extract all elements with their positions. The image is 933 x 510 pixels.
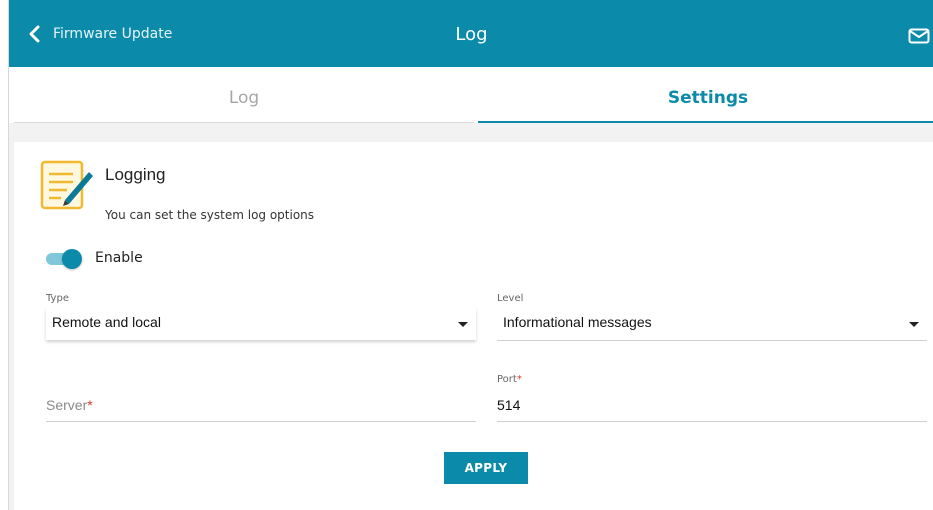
top-bar: Firmware Update Log: [9, 0, 933, 67]
server-input[interactable]: Server*: [46, 389, 476, 422]
port-label: Port*: [497, 374, 522, 385]
required-mark: *: [516, 374, 522, 385]
edit-log-icon: [40, 160, 93, 210]
type-label: Type: [46, 293, 69, 304]
port-value: 514: [497, 397, 521, 413]
tab-settings[interactable]: Settings: [478, 67, 933, 123]
enable-toggle[interactable]: [46, 249, 82, 269]
page-title: Log: [455, 24, 488, 45]
app-frame: Firmware Update Log Log Settings Logging…: [8, 0, 933, 510]
level-value: Informational messages: [503, 314, 652, 330]
enable-label: Enable: [95, 250, 143, 266]
section-description: You can set the system log options: [105, 208, 315, 222]
required-mark: *: [87, 397, 93, 413]
port-input[interactable]: 514: [497, 389, 927, 422]
section-title: Logging: [105, 165, 166, 184]
tab-bar: Log Settings: [9, 67, 933, 123]
settings-card: Logging You can set the system log optio…: [14, 142, 933, 510]
type-value: Remote and local: [52, 314, 161, 330]
level-label: Level: [497, 293, 524, 304]
apply-button[interactable]: APPLY: [444, 452, 528, 484]
toggle-knob: [62, 249, 82, 269]
level-select[interactable]: Informational messages: [497, 308, 927, 341]
dropdown-caret-icon: [909, 322, 919, 327]
dropdown-caret-icon: [458, 322, 468, 327]
server-placeholder: Server*: [46, 397, 93, 413]
type-select[interactable]: Remote and local: [46, 308, 476, 340]
mail-icon[interactable]: [908, 28, 930, 44]
tab-log[interactable]: Log: [14, 67, 474, 123]
